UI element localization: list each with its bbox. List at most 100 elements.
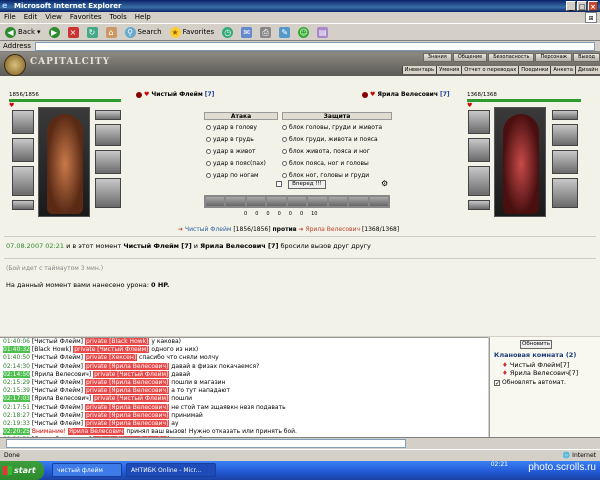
chat-sender[interactable]: [Чистый Флейм] (32, 363, 83, 370)
defense-option-4[interactable]: блок пояса, ног и головы (282, 160, 369, 167)
strike-slot[interactable] (287, 197, 307, 206)
attack-option-chest[interactable]: удар в грудь (206, 136, 254, 143)
subnav-skills[interactable]: Умения (436, 66, 461, 74)
radio[interactable] (206, 137, 211, 142)
chat-sender[interactable]: [Ярила Велесович] (32, 395, 91, 402)
chat-timestamp[interactable]: 01:40:06 (3, 338, 30, 345)
left-weapon-slot[interactable] (95, 110, 121, 120)
subnav-duels[interactable]: Поединки (518, 66, 550, 74)
defense-option-3[interactable]: блок живота, пояса и ног (282, 148, 370, 155)
right-belt-slot[interactable] (468, 200, 490, 210)
attack-option-groin[interactable]: удар в пояс(пах) (206, 160, 266, 167)
radio[interactable] (282, 137, 287, 142)
left-helmet-slot[interactable] (12, 110, 34, 134)
topnav-character[interactable]: Персонаж (535, 53, 573, 62)
right-bracer-slot[interactable] (468, 138, 490, 162)
menu-view[interactable]: View (45, 12, 62, 23)
strike-slot[interactable] (226, 197, 245, 206)
research-button[interactable]: ▤ (315, 25, 330, 39)
back-button[interactable]: ◀ Back ▾ (3, 25, 43, 39)
chat-input[interactable] (6, 439, 406, 448)
chat-timestamp[interactable]: 02:15:29 (3, 379, 30, 386)
minimize-button[interactable]: _ (566, 1, 576, 11)
right-gloves-slot[interactable] (552, 150, 578, 174)
subnav-profile[interactable]: Анкета (550, 66, 574, 74)
edit-button[interactable]: ✎ (277, 25, 292, 39)
chat-private-target[interactable]: private [Чистый Флейм] (93, 395, 170, 403)
subnav-inventory[interactable]: Инвентарь (401, 66, 436, 74)
left-bracer-slot[interactable] (12, 138, 34, 162)
stop-button[interactable]: × (66, 25, 81, 39)
left-armor-slot[interactable] (12, 166, 34, 196)
chat-sender[interactable]: [Чистый Флейм] (32, 412, 83, 419)
start-button[interactable]: start (0, 461, 44, 480)
defense-option-1[interactable]: блок головы, груди и живота (282, 124, 382, 131)
chat-sender[interactable]: [Чистый Флейм] (32, 354, 83, 361)
chat-private-target[interactable]: private [Хексен] (84, 354, 138, 362)
chat-timestamp[interactable]: 02:14:50 (3, 370, 30, 378)
left-fighter-name[interactable]: Чистый Флейм (151, 91, 202, 98)
forward-attack-button[interactable]: Вперед !!! (288, 180, 326, 189)
right-helmet-slot[interactable] (468, 110, 490, 134)
subnav-design[interactable]: Дизайн (574, 66, 600, 74)
print-button[interactable]: ⎙ (258, 25, 273, 39)
chat-private-target[interactable]: Ярила Велесович (67, 428, 125, 436)
chat-private-target[interactable]: private [Black Howk] (84, 338, 150, 345)
refresh-battle-icon[interactable]: ⚙ (381, 179, 388, 188)
chat-private-target[interactable]: private [Ярила Велесович] (84, 419, 170, 427)
right-weapon-slot[interactable] (552, 110, 578, 120)
radio[interactable] (282, 161, 287, 166)
messenger-button[interactable]: ☺ (296, 25, 311, 39)
chat-timestamp[interactable]: 01:40:32 (3, 346, 30, 354)
versus-left-name[interactable]: Чистый Флейм (185, 226, 231, 233)
right-armor-slot[interactable] (468, 166, 490, 196)
chat-sender[interactable]: [Чистый Флейм] (32, 387, 83, 394)
chat-sender[interactable]: [Чистый Флейм] (32, 379, 83, 386)
close-button[interactable]: × (588, 1, 598, 11)
room-member[interactable]: ♦ Чистый Флейм[7] (502, 361, 569, 369)
search-button[interactable]: ⚲ Search (123, 25, 164, 39)
refresh-button[interactable]: ↻ (85, 25, 100, 39)
taskbar-item-ie[interactable]: АНТИБК Online - Micr... (126, 463, 216, 477)
history-button[interactable]: ◷ (220, 25, 235, 39)
chat-sender[interactable]: [Чистый Флейм] (32, 420, 83, 427)
radio[interactable] (206, 173, 211, 178)
topnav-exit[interactable]: Выход (573, 53, 600, 62)
chat-private-target[interactable]: private [Ярила Велесович] (84, 403, 170, 411)
left-belt-slot[interactable] (12, 200, 34, 210)
radio[interactable] (282, 149, 287, 154)
defense-option-2[interactable]: блок груди, живота и пояса (282, 136, 378, 143)
chat-private-target[interactable]: private [Ярила Велесович] (84, 378, 170, 386)
home-button[interactable]: ⌂ (104, 25, 119, 39)
menu-file[interactable]: File (4, 12, 16, 23)
strike-slot[interactable] (308, 197, 327, 206)
topnav-security[interactable]: Безопасность (488, 53, 535, 62)
favorites-button[interactable]: ★ Favorites (168, 25, 217, 39)
chat-timestamp[interactable]: 02:17:51 (3, 404, 30, 411)
chat-private-target[interactable]: private [Ярила Велесович] (84, 362, 170, 370)
topnav-communication[interactable]: Общение (452, 53, 488, 62)
room-member[interactable]: ♦ Ярила Велесович[7] (502, 369, 578, 377)
taskbar-item-folder[interactable]: чистый флейм (52, 463, 122, 477)
maximize-button[interactable]: □ (577, 1, 587, 11)
chat-timestamp[interactable]: 01:40:50 (3, 354, 30, 361)
left-boots-slot[interactable] (95, 178, 121, 208)
attack-option-legs[interactable]: удар по ногам (206, 172, 259, 179)
chat-sender[interactable]: [Чистый Флейм] (32, 338, 83, 345)
auto-refresh-toggle[interactable]: ✓ Обновлять автомат. (494, 379, 566, 386)
strike-slot[interactable] (206, 197, 225, 206)
chat-private-target[interactable]: private [Ярила Велесович] (84, 387, 170, 395)
left-ring-slots[interactable] (95, 124, 121, 146)
menu-help[interactable]: Help (135, 12, 151, 23)
chat-timestamp[interactable]: 02:19:33 (3, 420, 30, 427)
versus-right-name[interactable]: Ярила Велесович (305, 226, 360, 233)
attack-option-head[interactable]: удар в голову (206, 124, 257, 131)
right-fighter-name[interactable]: Ярила Велесович (377, 91, 438, 98)
chat-timestamp[interactable]: 02:18:27 (3, 412, 30, 419)
chat-private-target[interactable]: private [Чистый Флейм] (73, 346, 150, 354)
attack-option-belly[interactable]: удар в живот (206, 148, 256, 155)
menu-favorites[interactable]: Favorites (70, 12, 102, 23)
mail-button[interactable]: ✉ (239, 25, 254, 39)
forward-nav-button[interactable]: ▶ (47, 25, 62, 39)
menu-tools[interactable]: Tools (110, 12, 127, 23)
